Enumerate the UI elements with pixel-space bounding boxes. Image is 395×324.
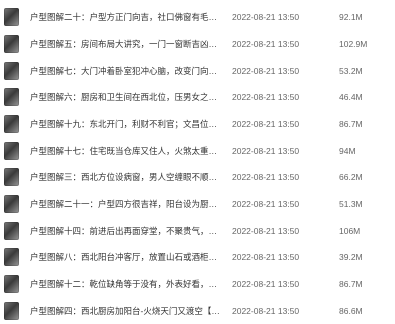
file-name[interactable]: 户型图解二十一：户型四方很吉祥，阳台设为厨房是大败笔【萌萌家】... — [30, 198, 220, 210]
file-date: 2022-08-21 13:50 — [232, 251, 300, 262]
file-name[interactable]: 户型图解七：大门冲着卧室犯冲心脑，改变门向为上吉【萌萌家】... — [30, 65, 220, 77]
file-size: 46.4M — [339, 91, 363, 102]
file-date: 2022-08-21 13:50 — [232, 118, 300, 129]
file-date: 2022-08-21 13:50 — [232, 278, 300, 289]
file-size: 94M — [339, 145, 356, 156]
video-thumbnail-icon — [4, 167, 19, 186]
file-size: 51.3M — [339, 198, 363, 209]
file-row[interactable]: 户型图解十七：住宅既当仓库又住人，火煞太重会伤身【萌萌家】... 2022-08-… — [0, 137, 395, 164]
video-thumbnail-icon — [4, 194, 19, 213]
video-thumbnail-icon — [4, 87, 19, 106]
file-date: 2022-08-21 13:50 — [232, 171, 300, 182]
file-date: 2022-08-21 13:50 — [232, 305, 300, 316]
file-size: 86.7M — [339, 118, 363, 129]
file-row[interactable]: 户型图解三：西北方位设病窗，男人空缠眼不顺【萌萌家】.mp4 2022-08-21… — [0, 163, 395, 190]
file-size: 86.7M — [339, 278, 363, 289]
video-thumbnail-icon — [4, 114, 19, 133]
file-row[interactable]: 户型图解十二：乾位缺角等于没有，外表好看，内里没有【萌萌家】... 2022-08… — [0, 270, 395, 297]
file-name[interactable]: 户型图解二十：户型方正门向吉，社口佛窗有毛病，略微调整大吉... — [30, 11, 220, 23]
video-thumbnail-icon — [4, 301, 19, 320]
file-name[interactable]: 户型图解六：厨房和卫生间在西北位，压男女之运【萌萌家】.mp4 — [30, 91, 220, 103]
file-name[interactable]: 户型图解四：西北厨房加阳台-火烧天门又渡空【萌萌家】.mp4 — [30, 305, 220, 317]
file-row[interactable]: 户型图解七：大门冲着卧室犯冲心脑，改变门向为上吉【萌萌家】... 2022-08-… — [0, 57, 395, 84]
video-thumbnail-icon — [4, 141, 19, 160]
file-date: 2022-08-21 13:50 — [232, 11, 300, 22]
file-row[interactable]: 户型图解六：厨房和卫生间在西北位，压男女之运【萌萌家】.mp4 2022-08-2… — [0, 83, 395, 110]
file-size: 102.9M — [339, 38, 368, 49]
video-thumbnail-icon — [4, 34, 19, 53]
file-row[interactable]: 户型图解十四：前进后出再面穿堂，不聚贵气，不聚财气【萌萌家】... 2022-08… — [0, 217, 395, 244]
file-size: 86.6M — [339, 305, 363, 316]
file-row[interactable]: 户型图解八：西北阳台冲客厅，放置山石或酒柜【萌萌家】.mp4 2022-08-21… — [0, 243, 395, 270]
file-date: 2022-08-21 13:50 — [232, 38, 300, 49]
file-date: 2022-08-21 13:50 — [232, 65, 300, 76]
video-thumbnail-icon — [4, 274, 19, 293]
video-thumbnail-icon — [4, 61, 19, 80]
file-name[interactable]: 户型图解三：西北方位设病窗，男人空缠眼不顺【萌萌家】.mp4 — [30, 171, 220, 183]
file-row[interactable]: 户型图解二十：户型方正门向吉，社口佛窗有毛病，略微调整大吉... 2022-08-… — [0, 3, 395, 30]
file-name[interactable]: 户型图解十七：住宅既当仓库又住人，火煞太重会伤身【萌萌家】... — [30, 145, 220, 157]
file-name[interactable]: 户型图解十四：前进后出再面穿堂，不聚贵气，不聚财气【萌萌家】... — [30, 225, 220, 237]
file-date: 2022-08-21 13:50 — [232, 198, 300, 209]
file-row[interactable]: 户型图解五：房间布局大讲究，一门一窗断吉凶【萌萌家】.mp4 2022-08-21… — [0, 30, 395, 57]
video-thumbnail-icon — [4, 221, 19, 240]
file-size: 106M — [339, 225, 361, 236]
file-name[interactable]: 户型图解十二：乾位缺角等于没有，外表好看，内里没有【萌萌家】... — [30, 278, 220, 290]
file-name[interactable]: 户型图解五：房间布局大讲究，一门一窗断吉凶【萌萌家】.mp4 — [30, 38, 220, 50]
file-date: 2022-08-21 13:50 — [232, 225, 300, 236]
file-list: 户型图解二十：户型方正门向吉，社口佛窗有毛病，略微调整大吉... 2022-08-… — [0, 0, 395, 320]
file-name[interactable]: 户型图解十九：东北开门，利财不利官；文昌位设破，家庭成员文... — [30, 118, 220, 130]
file-size: 39.2M — [339, 251, 363, 262]
file-date: 2022-08-21 13:50 — [232, 91, 300, 102]
file-row[interactable]: 户型图解十九：东北开门，利财不利官；文昌位设破，家庭成员文... 2022-08-… — [0, 110, 395, 137]
file-date: 2022-08-21 13:50 — [232, 145, 300, 156]
video-thumbnail-icon — [4, 7, 19, 26]
file-name[interactable]: 户型图解八：西北阳台冲客厅，放置山石或酒柜【萌萌家】.mp4 — [30, 251, 220, 263]
file-size: 66.2M — [339, 171, 363, 182]
file-size: 53.2M — [339, 65, 363, 76]
file-size: 92.1M — [339, 11, 363, 22]
video-thumbnail-icon — [4, 247, 19, 266]
file-row[interactable]: 户型图解二十一：户型四方很吉祥，阳台设为厨房是大败笔【萌萌家】... 2022-0… — [0, 190, 395, 217]
